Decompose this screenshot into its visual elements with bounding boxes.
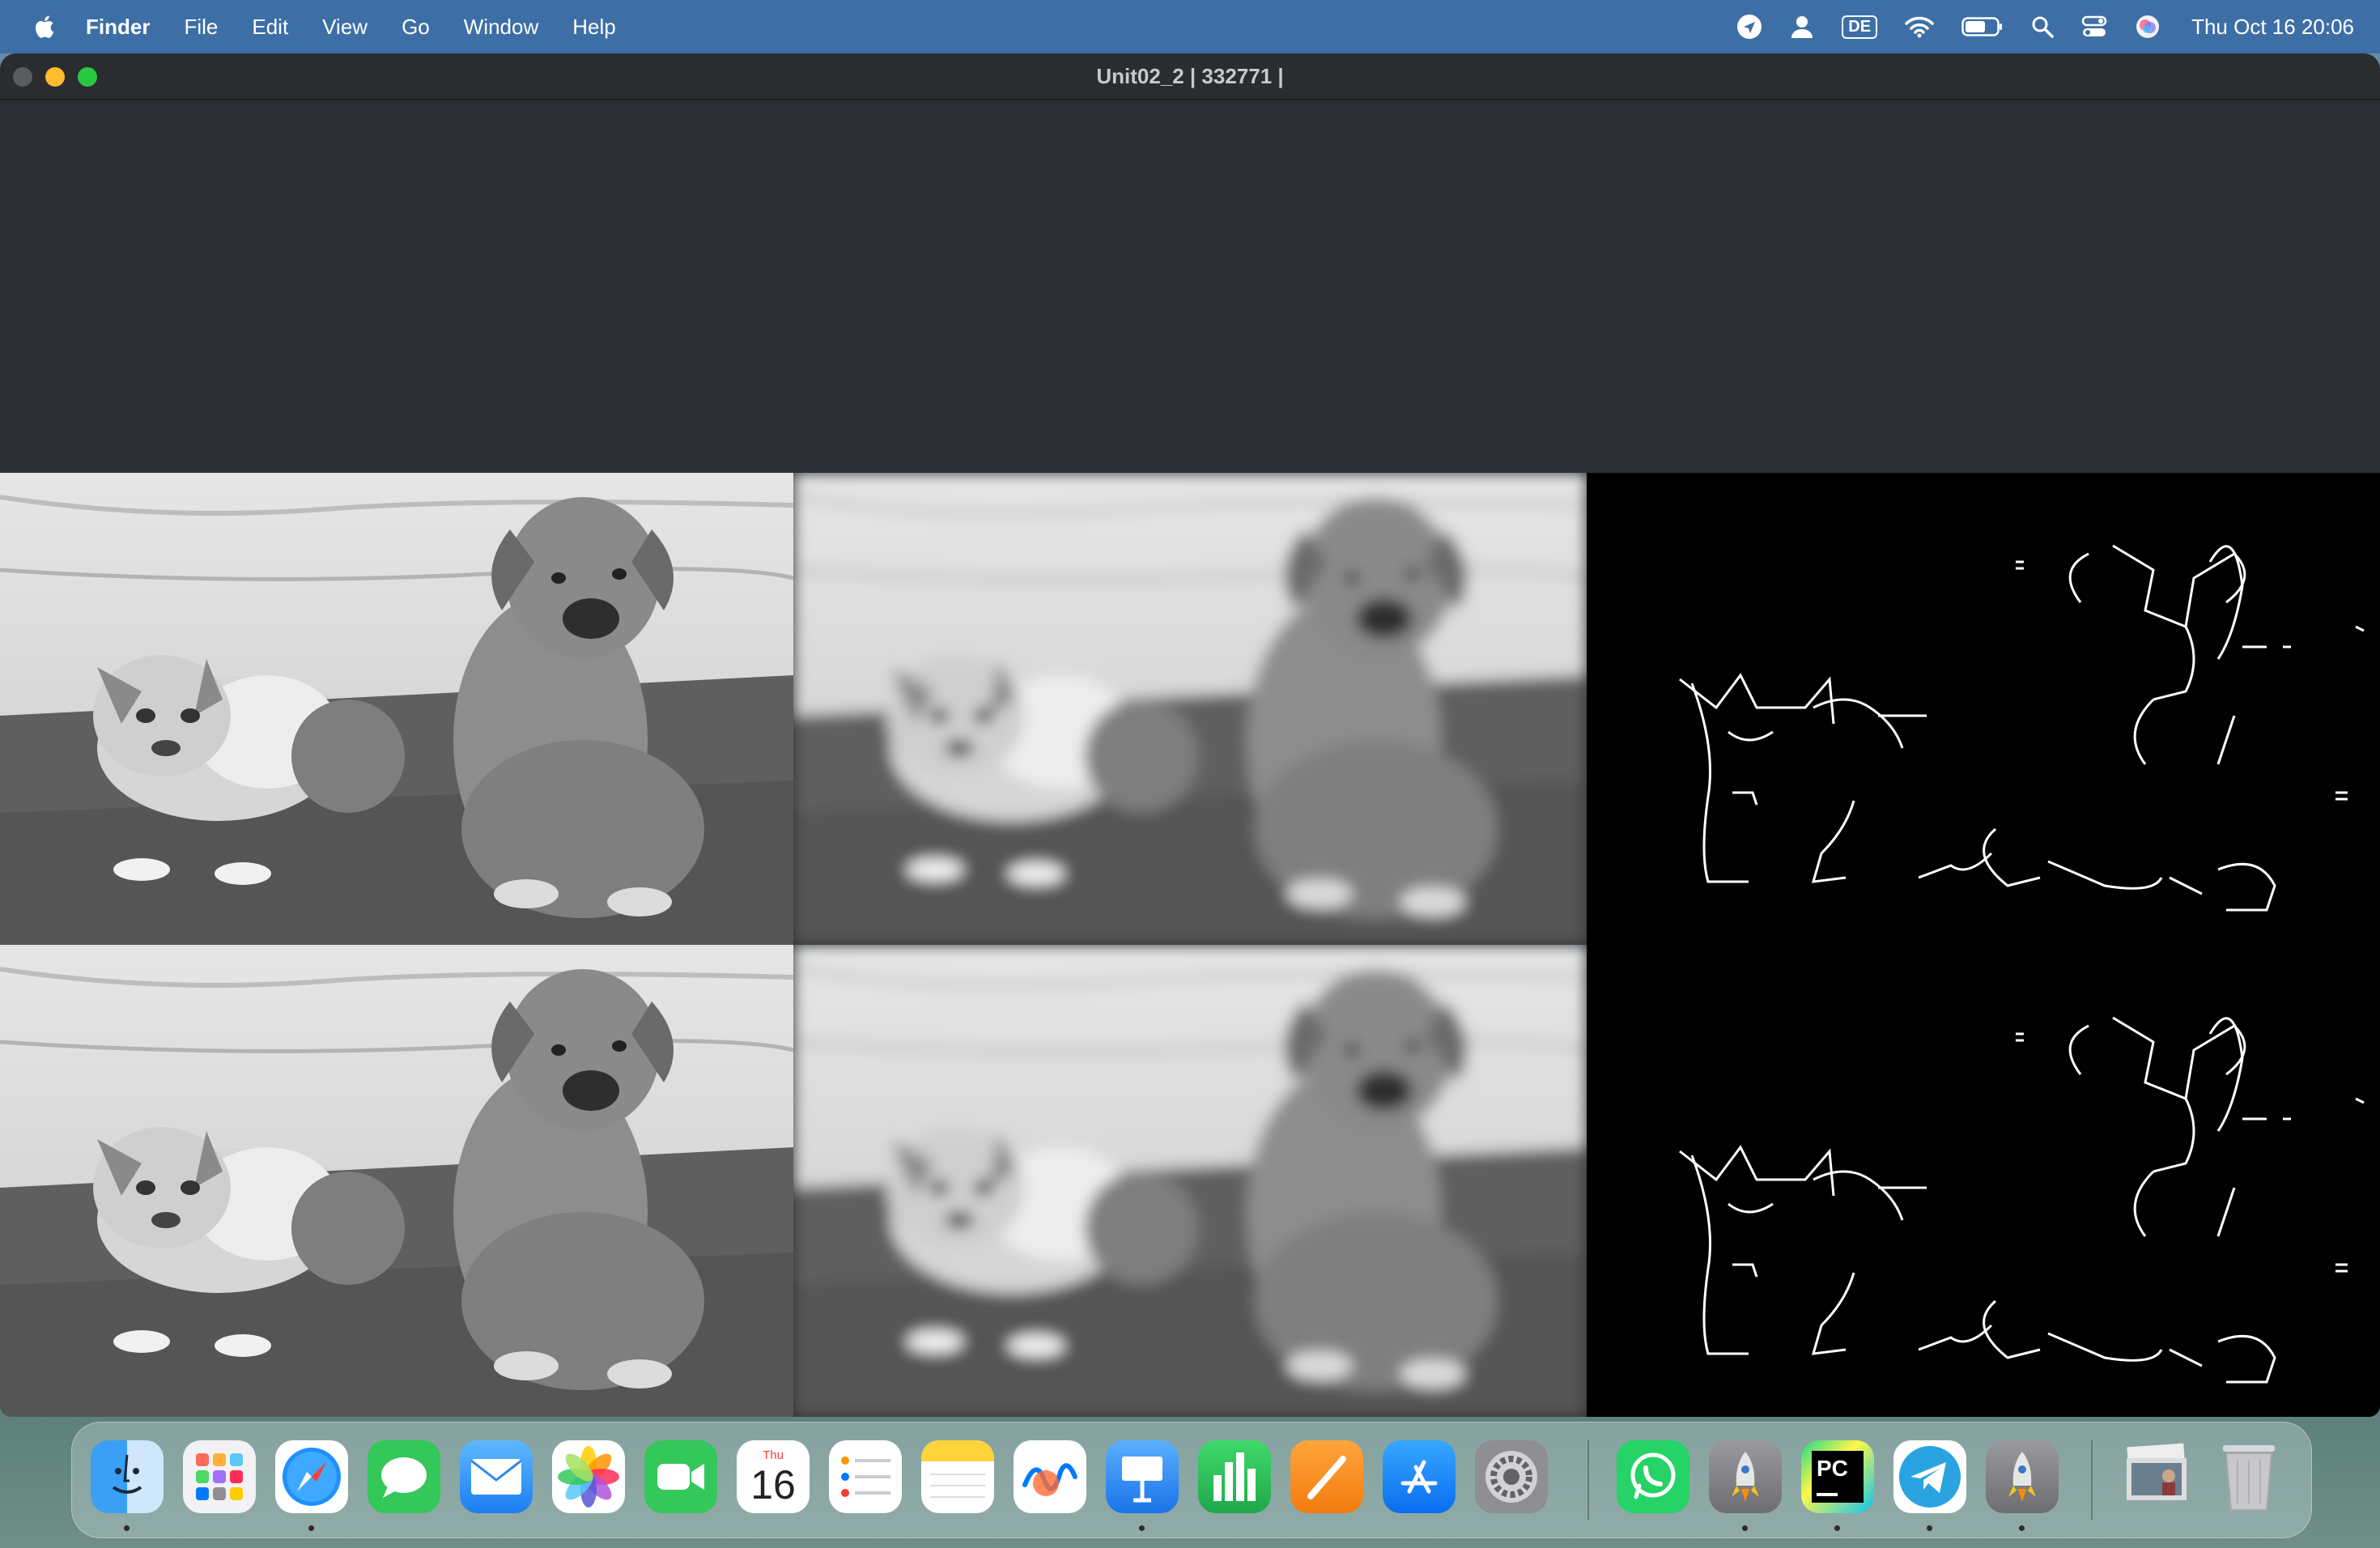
menu-help[interactable]: Help	[572, 15, 615, 40]
python-rocket-icon[interactable]	[1986, 1440, 2059, 1513]
menu-clock[interactable]: Thu Oct 16 20:06	[2191, 15, 2354, 40]
app-store-icon[interactable]	[1383, 1440, 1456, 1513]
siri-icon[interactable]	[2135, 14, 2161, 40]
mail-icon[interactable]	[460, 1440, 533, 1513]
dock: Thu 16 PC	[71, 1422, 2312, 1538]
telegram-icon[interactable]	[1893, 1440, 1966, 1513]
calendar-day-label: Thu	[763, 1448, 784, 1462]
python-launcher-running-dot	[1742, 1525, 1748, 1531]
window-title: Unit02_2 | 332771 |	[1096, 63, 1284, 88]
whatsapp-icon[interactable]	[1617, 1440, 1689, 1513]
user-icon[interactable]	[1790, 15, 1814, 39]
python-running-dot	[2019, 1525, 2025, 1531]
launchpad-icon[interactable]	[183, 1440, 256, 1513]
zoom-button[interactable]	[78, 67, 97, 87]
freeform-icon[interactable]	[1014, 1440, 1086, 1513]
edge-detection-image-1	[1587, 473, 2380, 945]
grayscale-image-2	[0, 945, 793, 1417]
menu-file[interactable]: File	[184, 15, 218, 40]
dock-separator	[1587, 1440, 1589, 1520]
menu-view[interactable]: View	[322, 15, 368, 40]
dock-separator	[2091, 1440, 2093, 1520]
status-area: DE Thu Oct 16 20:06	[1736, 0, 2354, 53]
pycharm-running-dot	[1834, 1525, 1840, 1531]
facetime-icon[interactable]	[644, 1440, 717, 1513]
python-rocket-icon[interactable]	[1709, 1440, 1782, 1513]
input-source-icon[interactable]: DE	[1842, 15, 1878, 39]
downloads-stack-icon[interactable]	[2120, 1440, 2193, 1513]
menu-go[interactable]: Go	[402, 15, 430, 40]
grayscale-image-1	[0, 473, 793, 945]
safari-icon[interactable]	[275, 1440, 348, 1513]
keynote-running-dot	[1139, 1525, 1145, 1531]
trash-icon[interactable]	[2212, 1440, 2285, 1513]
control-center-icon[interactable]	[2081, 15, 2107, 38]
notes-icon[interactable]	[921, 1440, 994, 1513]
minimize-button[interactable]	[45, 67, 65, 87]
image-viewer-window: Unit02_2 | 332771 |	[0, 53, 2380, 1417]
blurred-image-1	[793, 473, 1587, 945]
blurred-image-2	[793, 945, 1587, 1417]
wifi-icon[interactable]	[1905, 15, 1934, 38]
window-titlebar[interactable]: Unit02_2 | 332771 |	[0, 53, 2380, 100]
location-arrow-icon[interactable]	[1736, 14, 1762, 40]
photos-icon[interactable]	[552, 1440, 625, 1513]
menu-app-name[interactable]: Finder	[86, 15, 150, 40]
system-settings-icon[interactable]	[1475, 1440, 1548, 1513]
close-button[interactable]	[13, 67, 32, 87]
battery-icon[interactable]	[1961, 16, 2004, 37]
apple-menu-icon[interactable]	[32, 14, 55, 40]
calendar-date: 16	[750, 1462, 796, 1508]
telegram-running-dot	[1927, 1525, 1932, 1531]
menu-window[interactable]: Window	[464, 15, 538, 40]
pages-icon[interactable]	[1290, 1440, 1363, 1513]
pycharm-icon[interactable]: PC	[1801, 1440, 1874, 1513]
menu-edit[interactable]: Edit	[252, 15, 288, 40]
keynote-icon[interactable]	[1106, 1440, 1179, 1513]
edge-detection-image-2	[1587, 945, 2380, 1417]
image-grid	[0, 473, 2380, 1417]
calendar-icon[interactable]: Thu 16	[737, 1440, 810, 1513]
spotlight-search-icon[interactable]	[2031, 15, 2054, 38]
messages-icon[interactable]	[368, 1440, 440, 1513]
reminders-icon[interactable]	[829, 1440, 902, 1513]
window-content	[0, 100, 2380, 1417]
numbers-icon[interactable]	[1198, 1440, 1271, 1513]
finder-icon[interactable]	[91, 1440, 164, 1513]
safari-running-dot	[308, 1525, 314, 1531]
menu-bar: Finder File Edit View Go Window Help DE	[0, 0, 2380, 53]
finder-running-dot	[124, 1525, 130, 1531]
